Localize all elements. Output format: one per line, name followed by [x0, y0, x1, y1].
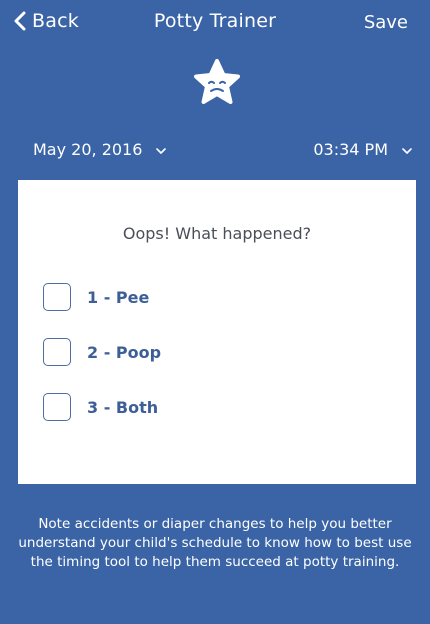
time-selector[interactable]: 03:34 PM [313, 140, 412, 159]
option-label: 3 - Both [87, 397, 159, 417]
accident-card: Oops! What happened? 1 - Pee 2 - Poop 3 … [18, 180, 416, 484]
option-pee[interactable]: 1 - Pee [43, 283, 149, 311]
option-label: 2 - Poop [87, 342, 162, 362]
option-both[interactable]: 3 - Both [43, 393, 158, 421]
checkbox-pee[interactable] [43, 283, 71, 311]
card-heading: Oops! What happened? [122, 224, 312, 243]
time-value: 03:34 PM [313, 140, 388, 159]
date-time-row: May 20, 2016 03:34 PM [0, 140, 430, 168]
chevron-down-icon [156, 140, 167, 159]
navigation-bar: Back Potty Trainer Save [0, 0, 430, 48]
footer-note: Note accidents or diaper changes to help… [18, 516, 412, 570]
chevron-down-icon [402, 140, 412, 159]
checkbox-poop[interactable] [43, 338, 71, 366]
date-selector[interactable]: May 20, 2016 [33, 140, 167, 159]
option-label: 1 - Pee [87, 287, 150, 307]
option-poop[interactable]: 2 - Poop [43, 338, 161, 366]
save-button[interactable]: Save [364, 12, 408, 33]
sad-star-icon [192, 58, 242, 108]
checkbox-both[interactable] [43, 393, 71, 421]
date-value: May 20, 2016 [33, 140, 143, 159]
